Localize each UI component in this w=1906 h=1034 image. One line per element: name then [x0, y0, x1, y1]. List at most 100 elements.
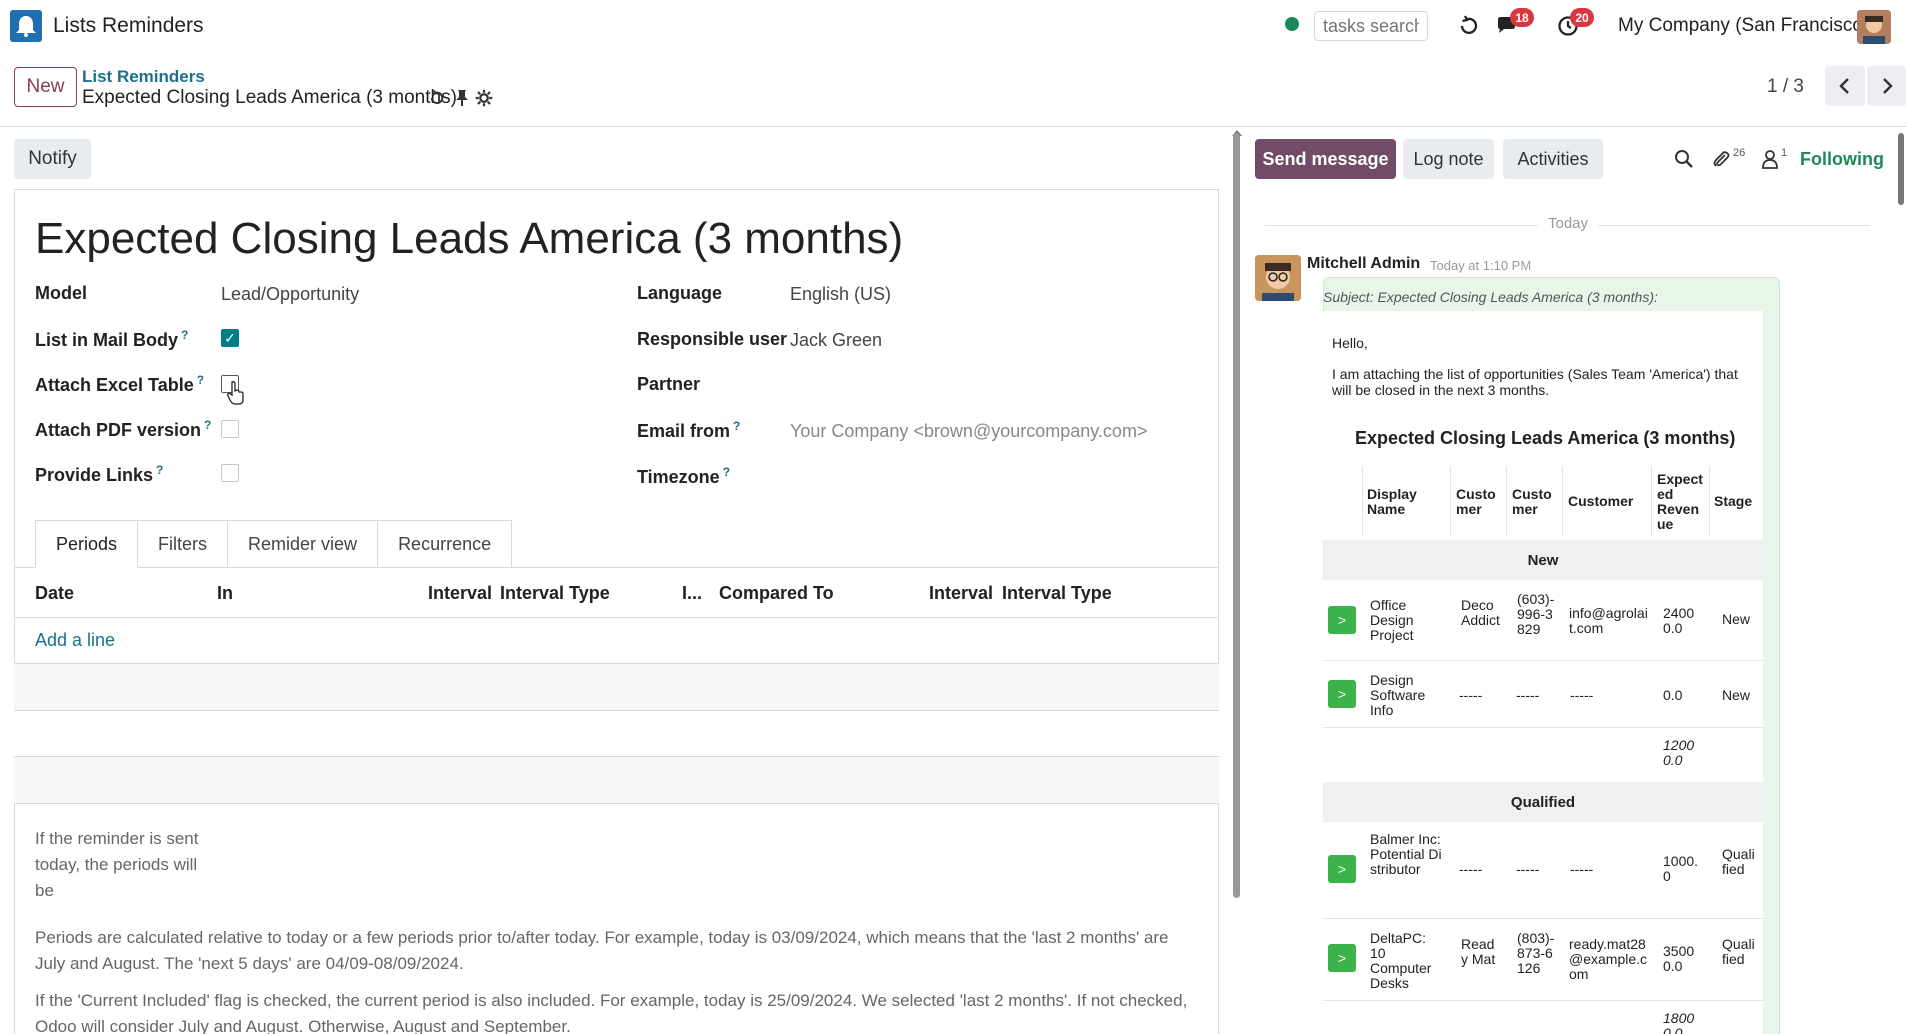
periods-help-text: Periods are calculated relative to today…	[35, 928, 1169, 973]
pin-icon[interactable]	[455, 87, 469, 109]
column-date[interactable]: Date	[35, 583, 74, 604]
provide-links-label: Provide Links?	[35, 463, 164, 485]
presence-status-icon	[1285, 17, 1299, 31]
gear-icon[interactable]	[475, 87, 493, 109]
column-in[interactable]: In	[217, 583, 233, 604]
table-cell: 1000.0	[1663, 853, 1699, 884]
open-record-button[interactable]: >	[1328, 944, 1356, 972]
tab-periods[interactable]: Periods	[35, 520, 139, 568]
following-button[interactable]: Following	[1800, 149, 1884, 170]
group-total: 18000.0	[1663, 1010, 1695, 1034]
help-tooltip-icon[interactable]: ?	[197, 373, 204, 387]
followers-button[interactable]: 1	[1761, 147, 1787, 171]
table-header-customer: Custo mer	[1512, 486, 1552, 517]
language-value[interactable]: English (US)	[790, 284, 891, 305]
column-interval[interactable]: Interval	[428, 583, 492, 604]
tab-recurrence[interactable]: Recurrence	[378, 520, 513, 568]
form-scrollbar[interactable]	[1233, 133, 1240, 898]
table-cell: New	[1722, 687, 1751, 703]
attach-pdf-version-checkbox[interactable]	[221, 420, 239, 438]
column-compared-to[interactable]: Compared To	[719, 583, 834, 604]
pager-value[interactable]: 1 / 3	[1767, 76, 1804, 98]
control-panel-divider	[0, 126, 1906, 127]
help-tooltip-icon[interactable]: ?	[733, 419, 740, 433]
help-tooltip-icon[interactable]: ?	[204, 418, 211, 432]
search-icon[interactable]	[1674, 147, 1694, 171]
company-switcher[interactable]: My Company (San Francisco)	[1618, 15, 1869, 37]
column-interval-2[interactable]: Interval	[929, 583, 993, 604]
log-note-button[interactable]: Log note	[1403, 139, 1494, 179]
app-name[interactable]: Lists Reminders	[53, 14, 204, 38]
table-cell: Office Design Project	[1370, 597, 1414, 643]
author-avatar[interactable]	[1255, 255, 1301, 301]
table-cell: Ready Mat	[1461, 936, 1496, 967]
open-record-button[interactable]: >	[1328, 855, 1356, 883]
activities-button[interactable]: Activities	[1503, 139, 1603, 179]
table-cell: -----	[1570, 861, 1594, 877]
new-button[interactable]: New	[14, 67, 77, 107]
message-timestamp: Today at 1:10 PM	[1430, 258, 1532, 273]
table-cell: -----	[1516, 861, 1540, 877]
send-message-button[interactable]: Send message	[1255, 139, 1396, 179]
add-a-line-link[interactable]: Add a line	[35, 630, 115, 651]
mail-table-title: Expected Closing Leads America (3 months…	[1355, 428, 1736, 448]
record-title[interactable]: Expected Closing Leads America (3 months…	[35, 214, 903, 264]
periods-preview-note: If the reminder is sent today, the perio…	[35, 829, 199, 900]
table-grid-line	[1651, 466, 1652, 536]
partner-label: Partner	[637, 374, 701, 394]
open-record-button[interactable]: >	[1328, 680, 1356, 708]
provide-links-checkbox[interactable]	[221, 464, 239, 482]
tab-filters[interactable]: Filters	[138, 520, 229, 568]
table-row-divider	[1323, 727, 1763, 728]
email-from-input[interactable]: Your Company <brown@yourcompany.com>	[790, 421, 1147, 442]
refresh-record-icon[interactable]	[428, 87, 446, 109]
chevron-left-icon	[1839, 78, 1849, 94]
column-interval-type-2[interactable]: Interval Type	[1002, 583, 1112, 604]
notebook-tabs: Periods Filters Remider view Recurrence	[35, 520, 513, 568]
refresh-icon[interactable]	[1455, 12, 1483, 40]
table-cell: DeltaPC: 10 Computer Desks	[1370, 930, 1432, 991]
responsible-user-value[interactable]: Jack Green	[790, 330, 882, 351]
chatter-scrollbar[interactable]	[1898, 133, 1904, 205]
responsible-user-label: Responsible user	[637, 329, 788, 349]
messages-icon[interactable]: 18	[1494, 8, 1534, 40]
help-tooltip-icon[interactable]: ?	[156, 463, 163, 477]
form-sheet	[14, 189, 1219, 1034]
help-tooltip-icon[interactable]: ?	[181, 328, 188, 342]
tasks-search-input[interactable]	[1314, 11, 1428, 41]
empty-list-row	[14, 711, 1219, 757]
open-record-button[interactable]: >	[1328, 606, 1356, 634]
timezone-input[interactable]	[790, 465, 1140, 489]
table-cell: ready.mat28@example.com	[1569, 936, 1648, 982]
email-from-label: Email from?	[637, 419, 741, 441]
list-in-mail-body-checkbox[interactable]: ✓	[221, 329, 239, 347]
bell-app-icon[interactable]	[10, 10, 42, 42]
breadcrumb-current-record: Expected Closing Leads America (3 months…	[82, 87, 457, 108]
partner-input[interactable]	[790, 374, 1140, 398]
table-cell: 24000.0	[1663, 605, 1695, 636]
messages-count-badge: 18	[1510, 8, 1534, 27]
attachments-button[interactable]: 26	[1711, 147, 1745, 171]
column-interval-type[interactable]: Interval Type	[500, 583, 610, 604]
pager-next-button[interactable]	[1867, 66, 1906, 106]
user-avatar[interactable]	[1857, 10, 1891, 44]
pager-previous-button[interactable]	[1825, 66, 1865, 106]
breadcrumb-list-reminders[interactable]: List Reminders	[82, 67, 205, 87]
table-header-expected-revenue: Expect ed Reven ue	[1657, 471, 1703, 532]
table-cell: (803)-873-6126	[1517, 930, 1555, 976]
column-i-truncated[interactable]: I...	[682, 583, 702, 604]
message-author[interactable]: Mitchell Admin	[1307, 255, 1420, 273]
row-divider	[14, 617, 1219, 618]
empty-list-row	[14, 664, 1219, 710]
help-tooltip-icon[interactable]: ?	[723, 465, 730, 479]
table-cell: Balmer Inc: Potential Distributor	[1370, 831, 1442, 877]
notify-button[interactable]: Notify	[14, 139, 91, 179]
table-header-customer: Custo mer	[1456, 486, 1496, 517]
group-total: 12000.0	[1663, 737, 1695, 768]
table-grid-line	[1362, 466, 1363, 536]
model-value: Lead/Opportunity	[221, 284, 360, 304]
tab-remider-view[interactable]: Remider view	[228, 520, 379, 568]
table-cell: -----	[1570, 687, 1594, 703]
attachments-count: 26	[1733, 147, 1746, 159]
activities-clock-icon[interactable]: 20	[1554, 8, 1594, 40]
